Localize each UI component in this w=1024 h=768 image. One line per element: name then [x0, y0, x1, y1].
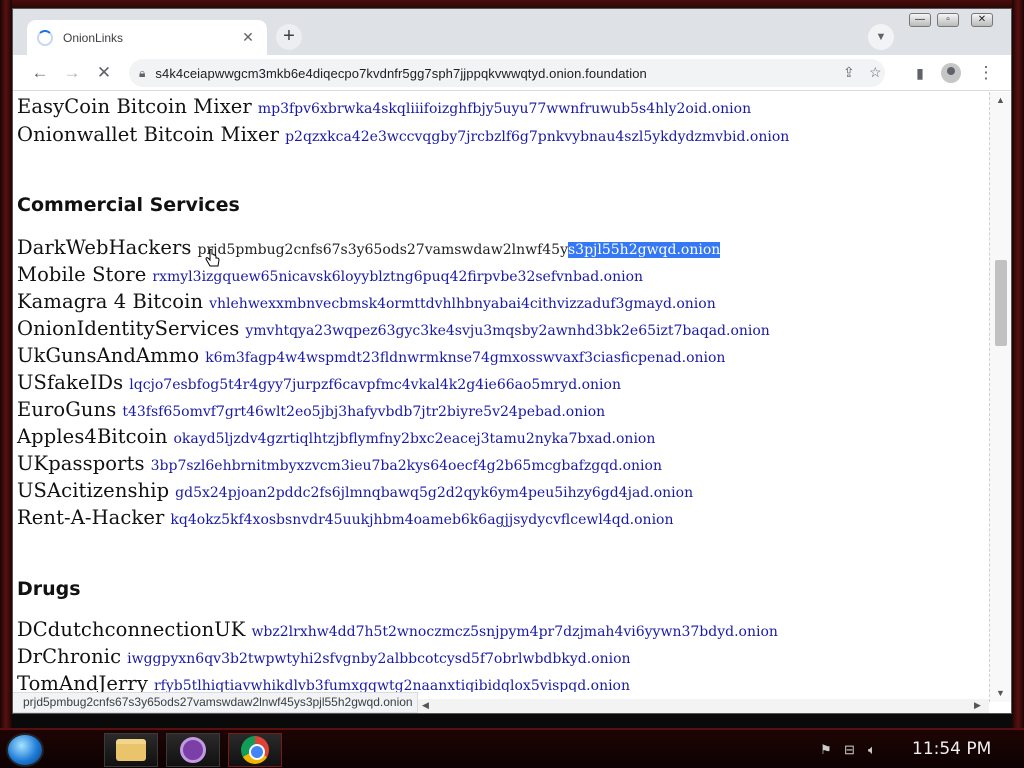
list-item: UkGunsAndAmmo k6m3fagp4w4wspmdt23fldnwrmk…: [17, 344, 725, 367]
list-item: Rent-A-Hacker kq4okz5kf4xosbsnvdr45uukjhb…: [17, 506, 674, 529]
list-item: Kamagra 4 Bitcoin vhlehwexxmbnvecbmsk4orm…: [17, 290, 716, 313]
taskbar-clock[interactable]: 11:54 PM: [912, 739, 991, 759]
desktop-left-frame: [0, 0, 12, 728]
text-selection[interactable]: s3pjl55h2gwqd.onion: [568, 242, 721, 258]
lock-icon[interactable]: 🔒︎: [139, 66, 145, 81]
close-window-button[interactable]: ✕: [971, 13, 993, 27]
onion-link[interactable]: kq4okz5kf4xosbsnvdr45uukjhbm4oameb6k6agj…: [170, 512, 673, 528]
browser-toolbar: ← → ✕ 🔒︎ s4k4ceiapwwgcm3mkb6e4diqecpo7kv…: [13, 55, 1011, 91]
service-name: Rent-A-Hacker: [17, 506, 165, 529]
service-name: DCdutchconnectionUK: [17, 618, 246, 641]
onion-link[interactable]: mp3fpv6xbrwka4skqliiifoizghfbjy5uyu77wwn…: [258, 101, 751, 117]
list-item: DrChronic iwggpyxn6qv3b2twpwtyhi2sfvgnby2…: [17, 645, 631, 668]
service-name: DarkWebHackers: [17, 236, 192, 259]
onion-link[interactable]: p2qzxkca42e3wccvqgby7jrcbzlf6g7pnkvybnau…: [285, 129, 789, 145]
address-url[interactable]: s4k4ceiapwwgcm3mkb6e4diqecpo7kvdnfr5gg7s…: [155, 66, 647, 81]
browser-window: OnionLinks ✕ + ▼ — ▫ ✕ ← → ✕ 🔒︎ s4k4ceia…: [12, 8, 1012, 714]
list-item: EasyCoin Bitcoin Mixer mp3fpv6xbrwka4skql…: [17, 95, 751, 118]
list-item: Onionwallet Bitcoin Mixer p2qzxkca42e3wcc…: [17, 123, 789, 146]
flag-icon[interactable]: ⚑: [820, 742, 832, 758]
section-heading-commercial: Commercial Services: [17, 194, 240, 216]
loading-spinner-icon: [37, 29, 53, 46]
list-item: OnionIdentityServices ymvhtqya23wqpez63gy…: [17, 317, 770, 340]
vertical-scrollbar[interactable]: ▲ ▼: [989, 92, 1011, 702]
service-name: Mobile Store: [17, 263, 147, 286]
tab-search-button[interactable]: ▼: [868, 24, 894, 50]
onion-link[interactable]: rxmyl3izgquew65nicavsk6loyyblztng6puq42f…: [152, 269, 643, 285]
status-bubble: prjd5pmbug2cnfs67s3y65ods27vamswdaw2lnwf…: [13, 692, 418, 713]
profile-avatar-icon[interactable]: [941, 63, 961, 83]
bookmark-star-icon[interactable]: ☆: [869, 64, 882, 81]
maximize-button[interactable]: ▫: [937, 13, 959, 27]
menu-kebab-icon[interactable]: ⋮: [975, 62, 997, 84]
horizontal-scrollbar[interactable]: ◀ ▶: [418, 699, 989, 713]
onion-link[interactable]: 3bp7szl6ehbrnitmbyxzvcm3ieu7ba2kys64oecf…: [151, 458, 662, 474]
list-item: DCdutchconnectionUK wbz2lrxhw4dd7h5t2wnoc…: [17, 618, 778, 641]
forward-arrow-icon[interactable]: →: [61, 62, 83, 84]
share-icon[interactable]: ⇪: [843, 64, 855, 81]
service-name: Apples4Bitcoin: [17, 425, 168, 448]
onion-link[interactable]: prjd5pmbug2cnfs67s3y65ods27vamswdaw2lnwf…: [198, 242, 721, 258]
tor-browser-icon: [180, 737, 206, 763]
list-item: Apples4Bitcoin okayd5ljzdv4gzrtiqlhtzjbfl…: [17, 425, 655, 448]
section-heading-drugs: Drugs: [17, 578, 81, 600]
taskbar-chrome[interactable]: [228, 733, 282, 767]
list-item: Mobile Store rxmyl3izgquew65nicavsk6loyyb…: [17, 263, 643, 286]
hand-cursor-icon: [205, 249, 220, 267]
service-name: DrChronic: [17, 645, 122, 668]
tab-title: OnionLinks: [63, 30, 124, 45]
onion-link[interactable]: lqcjo7esbfog5t4r4gyy7jurpzf6cavpfmc4vkal…: [129, 377, 621, 393]
onion-link[interactable]: k6m3fagp4w4wspmdt23fldnwrmknse74gmxosswv…: [205, 350, 725, 366]
volume-icon[interactable]: 🔈︎: [868, 742, 876, 758]
desktop-right-frame: [1012, 0, 1024, 728]
service-name: USAcitizenship: [17, 479, 170, 502]
side-panel-icon[interactable]: ▮: [909, 62, 931, 84]
service-name: UKpassports: [17, 452, 145, 475]
list-item: USfakeIDs lqcjo7esbfog5t4r4gyy7jurpzf6cav…: [17, 371, 621, 394]
address-bar[interactable]: 🔒︎ s4k4ceiapwwgcm3mkb6e4diqecpo7kvdnfr5g…: [129, 59, 885, 87]
page-content: EasyCoin Bitcoin Mixer mp3fpv6xbrwka4skql…: [13, 92, 989, 692]
onion-link[interactable]: okayd5ljzdv4gzrtiqlhtzjbflymfny2bxc2eace…: [174, 431, 656, 447]
minimize-button[interactable]: —: [909, 13, 931, 27]
taskbar-tor-browser[interactable]: [166, 733, 220, 767]
service-name: OnionIdentityServices: [17, 317, 240, 340]
onion-link-unselected[interactable]: prjd5pmbug2cnfs67s3y65ods27vamswdaw2lnwf…: [198, 242, 568, 258]
onion-link[interactable]: vhlehwexxmbnvecbmsk4ormttdvhlhbnyabai4ci…: [209, 296, 716, 312]
onion-link[interactable]: gd5x24pjoan2pddc2fs6jlmnqbawq5g2d2qyk6ym…: [175, 485, 693, 501]
scroll-right-arrow-icon[interactable]: ▶: [974, 700, 981, 711]
stop-loading-icon[interactable]: ✕: [93, 62, 115, 84]
scrollbar-thumb[interactable]: [995, 260, 1007, 346]
onion-link[interactable]: ymvhtqya23wqpez63gyc3ke4svju3mqsby2awnhd…: [245, 323, 769, 339]
list-item: DarkWebHackers prjd5pmbug2cnfs67s3y65ods2…: [17, 236, 721, 259]
onion-link[interactable]: iwggpyxn6qv3b2twpwtyhi2sfvgnby2albbcotcy…: [127, 651, 630, 667]
tab-strip: OnionLinks ✕ + ▼ — ▫ ✕: [13, 9, 1011, 55]
new-tab-button[interactable]: +: [276, 24, 302, 50]
service-name: EuroGuns: [17, 398, 117, 421]
network-icon[interactable]: ⊟: [844, 742, 855, 758]
service-name: Onionwallet Bitcoin Mixer: [17, 123, 280, 146]
service-name: Kamagra 4 Bitcoin: [17, 290, 204, 313]
service-name: USfakeIDs: [17, 371, 124, 394]
back-arrow-icon[interactable]: ←: [29, 62, 51, 84]
scroll-down-arrow-icon[interactable]: ▼: [996, 688, 1005, 698]
taskbar-file-explorer[interactable]: [104, 733, 158, 767]
folder-icon: [116, 739, 146, 761]
onion-link[interactable]: rfyb5tlhiqtiavwhikdlvb3fumxgqwtg2naanxti…: [154, 678, 630, 692]
list-item: USAcitizenship gd5x24pjoan2pddc2fs6jlmnqb…: [17, 479, 693, 502]
onion-link[interactable]: wbz2lrxhw4dd7h5t2wnoczmcz5snjpym4pr7dzjm…: [251, 624, 777, 640]
onion-link[interactable]: t43fsf65omvf7grt46wlt2eo5jbj3hafyvbdb7jt…: [122, 404, 605, 420]
scroll-left-arrow-icon[interactable]: ◀: [422, 700, 429, 711]
taskbar: ⚑ ⊟ 🔈︎ 11:54 PM: [0, 728, 1024, 768]
tab-onionlinks[interactable]: OnionLinks ✕: [27, 20, 267, 55]
service-name: EasyCoin Bitcoin Mixer: [17, 95, 252, 118]
service-name: UkGunsAndAmmo: [17, 344, 200, 367]
scroll-up-arrow-icon[interactable]: ▲: [996, 95, 1005, 105]
list-item: UKpassports 3bp7szl6ehbrnitmbyxzvcm3ieu7b…: [17, 452, 662, 475]
list-item: EuroGuns t43fsf65omvf7grt46wlt2eo5jbj3haf…: [17, 398, 605, 421]
tab-close-icon[interactable]: ✕: [239, 29, 257, 46]
service-name: TomAndJerry: [17, 672, 148, 692]
chrome-icon: [241, 736, 269, 764]
start-button-icon[interactable]: [6, 733, 44, 767]
list-item: TomAndJerry rfyb5tlhiqtiavwhikdlvb3fumxgq…: [17, 672, 630, 692]
